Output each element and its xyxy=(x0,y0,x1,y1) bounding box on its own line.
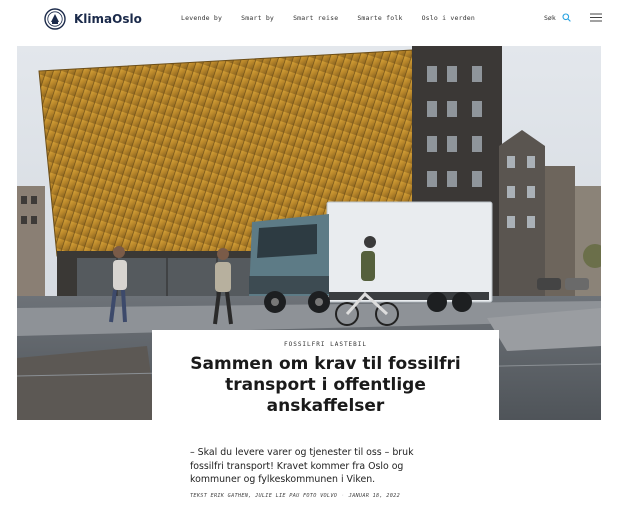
site-logo[interactable]: KlimaOslo xyxy=(44,8,142,30)
main-nav: Levende by Smart by Smart reise Smarte f… xyxy=(181,14,494,22)
byline-date: JANUAR 18, 2022 xyxy=(348,493,400,499)
nav-item-levende-by[interactable]: Levende by xyxy=(181,14,222,22)
nav-item-smart-reise[interactable]: Smart reise xyxy=(293,14,338,22)
site-header: KlimaOslo Levende by Smart by Smart reis… xyxy=(0,0,618,40)
article-title-card: FOSSILFRI LASTEBIL Sammen om krav til fo… xyxy=(152,330,499,420)
article-title: Sammen om krav til fossilfri transport i… xyxy=(190,354,461,416)
nav-item-smarte-folk[interactable]: Smarte folk xyxy=(357,14,402,22)
byline-separator: · xyxy=(341,493,345,499)
byline-authors: TEKST ERIK GATHEN, JULIE LIE PAU FOTO VO… xyxy=(190,493,338,499)
nav-item-smart-by[interactable]: Smart by xyxy=(241,14,274,22)
search-label: Søk xyxy=(544,13,556,22)
article-byline: TEKST ERIK GATHEN, JULIE LIE PAU FOTO VO… xyxy=(190,493,400,499)
article-kicker[interactable]: FOSSILFRI LASTEBIL xyxy=(152,341,499,348)
site-logo-text: KlimaOslo xyxy=(74,12,142,26)
nav-item-oslo-i-verden[interactable]: Oslo i verden xyxy=(422,14,475,22)
hamburger-menu-icon[interactable] xyxy=(590,13,602,22)
city-crest-icon xyxy=(44,8,66,30)
article-lead: – Skal du levere varer og tjenester til … xyxy=(190,447,414,485)
search-icon xyxy=(562,13,571,22)
search-button[interactable]: Søk xyxy=(544,13,571,22)
